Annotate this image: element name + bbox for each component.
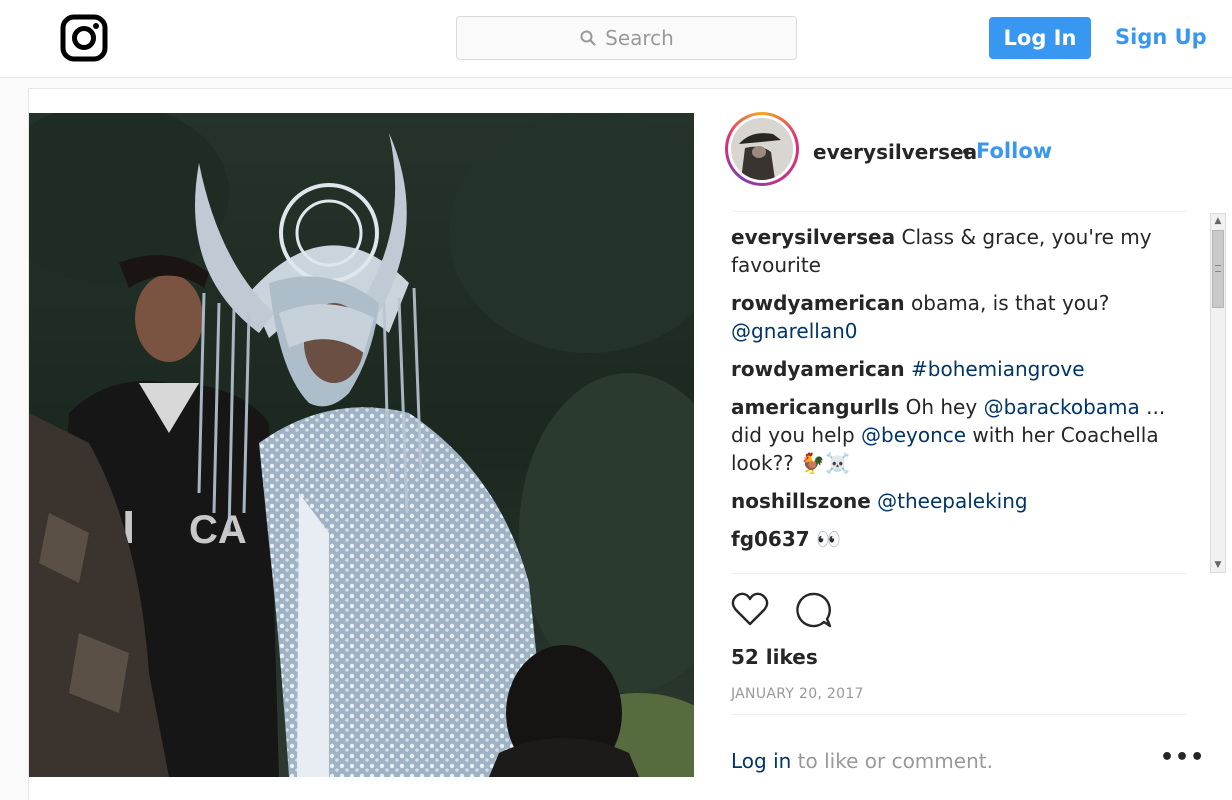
comment-item: fg0637 👀 [731,525,1201,553]
comment-item: noshillszone @theepaleking [731,487,1201,515]
post-photo[interactable]: AI CA [29,113,694,777]
comment-text: 👀 [816,527,841,551]
search-input[interactable]: Search [456,16,797,60]
instagram-logo-icon[interactable] [60,14,108,62]
comments-list[interactable]: everysilversea Class & grace, you're my … [731,213,1201,573]
comment-username[interactable]: rowdyamerican [731,291,905,315]
divider [731,573,1187,574]
comment-icon[interactable] [794,591,832,629]
heart-icon[interactable] [730,591,770,627]
comment-mention-link[interactable]: @theepaleking [877,489,1027,513]
likes-count[interactable]: 52 likes [731,645,818,669]
comment-username[interactable]: everysilversea [731,225,895,249]
avatar-frame [728,115,796,183]
search-placeholder: Search [605,26,674,50]
comment-item: everysilversea Class & grace, you're my … [731,223,1201,279]
separator-dot: • [960,140,972,164]
comment-text: Oh hey [905,395,984,419]
comment-item: rowdyamerican #bohemiangrove [731,355,1201,383]
comment-text: obama, is that you? [911,291,1110,315]
post-photo-illustration: AI CA [29,113,694,777]
divider [731,714,1187,715]
comment-mention-link[interactable]: @barackobama [984,395,1140,419]
comment-username[interactable]: rowdyamerican [731,357,905,381]
more-options-icon[interactable]: ••• [1160,745,1205,770]
comment-username[interactable]: americangurlls [731,395,899,419]
avatar-story-ring[interactable] [725,112,799,186]
follow-button[interactable]: Follow [976,139,1052,163]
login-prompt: Log in to like or comment. [731,749,993,773]
divider [731,211,1187,212]
login-link[interactable]: Log in [731,749,791,773]
comment-mention-link[interactable]: @gnarellan0 [731,319,857,343]
login-prompt-text: to like or comment. [791,749,993,773]
post-date: JANUARY 20, 2017 [731,686,864,702]
comment-item: americangurlls Oh hey @barackobama ... d… [731,393,1201,477]
post-sidebar: everysilversea • Follow everysilversea C… [694,89,1232,800]
search-icon [580,30,596,46]
scroll-thumb[interactable] [1212,230,1224,308]
comment-mention-link[interactable]: #bohemiangrove [911,357,1085,381]
scroll-up-arrow-icon[interactable]: ▲ [1211,214,1225,228]
comment-username[interactable]: fg0637 [731,527,810,551]
post-card: AI CA [28,88,1232,800]
signup-link[interactable]: Sign Up [1115,25,1207,49]
comment-username[interactable]: noshillszone [731,489,871,513]
scroll-down-arrow-icon[interactable]: ▼ [1211,558,1225,572]
login-button[interactable]: Log In [989,17,1091,59]
grip-icon [1215,265,1221,272]
top-navbar: Search Log In Sign Up [0,0,1232,78]
comment-mention-link[interactable]: @beyonce [861,423,966,447]
comment-item: rowdyamerican obama, is that you? @gnare… [731,289,1201,345]
post-username[interactable]: everysilversea [813,140,977,164]
svg-text:CA: CA [189,508,247,552]
avatar [731,118,793,180]
avatar-image [731,118,793,180]
comments-scrollbar[interactable]: ▲ ▼ [1210,213,1226,573]
